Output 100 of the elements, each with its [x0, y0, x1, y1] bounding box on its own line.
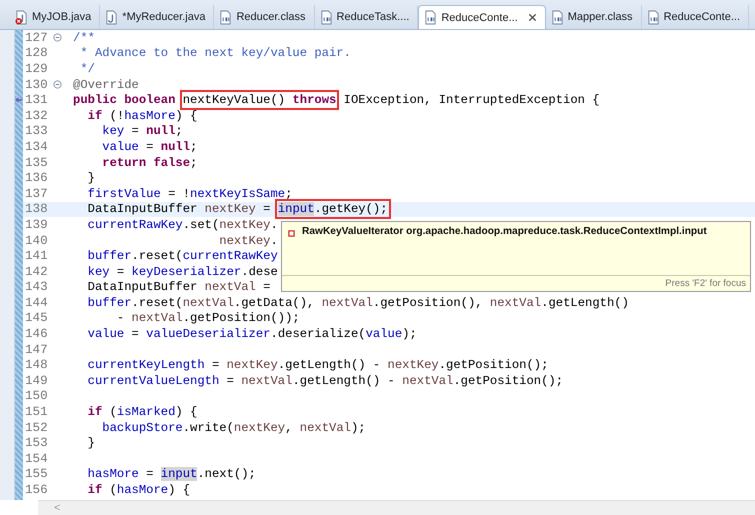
line-number: 155	[24, 467, 49, 482]
field-name: value	[86, 327, 124, 342]
variable-name: nextVal	[182, 296, 234, 310]
code-text: .getData(),	[234, 296, 316, 310]
field-name: value	[101, 140, 139, 154]
focus-hint: Press 'F2' for focus	[665, 278, 746, 289]
collapse-icon[interactable]	[53, 33, 62, 42]
code-text: =	[145, 467, 154, 482]
field-name: keyDeserializer	[132, 264, 242, 279]
code-text: =	[130, 124, 140, 138]
editor-tab[interactable]: Mapper.class	[546, 5, 642, 29]
code-text: (	[108, 483, 117, 498]
field-name: hasMore	[116, 483, 168, 498]
field-name: currentKeyLength	[86, 358, 205, 372]
line-number: 136	[24, 171, 49, 186]
variable-name: nextVal	[490, 296, 542, 310]
code-text: =	[262, 280, 270, 294]
binary-file-icon	[219, 10, 232, 24]
line-number: 147	[24, 342, 49, 357]
code-text: .getKey();	[314, 202, 388, 216]
code-text: =	[116, 264, 126, 279]
code-text: DataInputBuffer	[86, 280, 198, 294]
line-number: 128	[24, 46, 49, 60]
code-text: =	[210, 358, 220, 372]
code-text: .deserialize(	[270, 327, 366, 342]
line-number: 134	[24, 140, 49, 154]
line-number: 150	[24, 389, 49, 404]
line-number: 153	[24, 436, 49, 450]
field-name: buffer	[86, 249, 132, 264]
code-text: }	[86, 171, 95, 186]
code-text: .write(	[182, 420, 234, 435]
annotation: @Override	[73, 78, 139, 92]
hover-item[interactable]: RawKeyValueIterator org.apache.hadoop.mapreduce.task.ReduceContextImpl.input	[302, 226, 707, 237]
code-text: ;	[175, 124, 183, 138]
variable-name: nextKey	[226, 358, 278, 372]
line-number: 143	[24, 280, 49, 294]
variable-name: nextVal	[132, 311, 183, 326]
editor-tab[interactable]: MyJOB.java	[10, 5, 100, 29]
code-text: .reset(	[132, 249, 183, 264]
line-number: 132	[24, 108, 49, 123]
variable-name: nextVal	[402, 374, 454, 388]
code-text: );	[402, 327, 417, 342]
code-text: .	[270, 218, 278, 232]
line-number: 142	[24, 264, 49, 279]
field-name: input	[160, 467, 198, 482]
field-name: buffer	[86, 296, 132, 310]
field-name: isMarked	[116, 405, 176, 420]
line-number: 138	[24, 202, 49, 216]
binary-file-icon	[424, 10, 438, 25]
binary-file-icon	[550, 10, 564, 24]
line-number: 130	[24, 78, 49, 92]
code-text: IOException, InterruptedException {	[342, 93, 600, 108]
line-number: 137	[24, 186, 49, 201]
keyword: boolean	[123, 93, 176, 108]
line-number: 141	[24, 249, 49, 264]
code-text: .next();	[197, 467, 256, 482]
line-number: 127	[24, 30, 49, 45]
code-text: nextKeyValue()	[182, 93, 286, 108]
variable-name: nextVal	[241, 374, 292, 388]
code-text: ;	[190, 156, 198, 170]
code-text: =	[145, 140, 154, 154]
keyword: return	[101, 156, 146, 170]
field-name: currentValueLength	[86, 374, 220, 388]
editor-tab[interactable]: *MyReducer.java	[100, 5, 214, 29]
collapse-icon[interactable]	[53, 80, 62, 90]
code-text: .getLength() -	[292, 374, 396, 388]
comment: */	[79, 62, 95, 76]
field-name: nextKeyIsSame	[190, 186, 286, 201]
line-number: 135	[24, 156, 49, 170]
comment: /**	[73, 30, 95, 45]
field-name: value	[366, 327, 402, 342]
keyword: throws	[292, 93, 336, 108]
variable-name: nextKey	[218, 234, 270, 248]
editor-tab[interactable]: ReduceConte...	[642, 5, 749, 29]
java-file-icon	[105, 10, 118, 24]
binary-file-icon	[320, 10, 333, 24]
field-name: key	[101, 124, 124, 138]
close-icon[interactable]	[528, 13, 537, 22]
code-text: =	[130, 327, 140, 342]
line-number: 154	[24, 452, 49, 466]
line-number: 151	[24, 405, 49, 420]
field-name: currentRawKey	[182, 249, 278, 264]
code-text: ) {	[175, 405, 198, 420]
code-text: .getPosition();	[438, 358, 548, 372]
editor-tab[interactable]: Reducer.class	[214, 5, 315, 29]
field-name: hasMore	[124, 108, 176, 123]
field-name: firstValue	[86, 186, 161, 201]
code-text: ,	[285, 420, 294, 435]
code-text: = !	[167, 186, 190, 201]
variable-name: nextKey	[204, 202, 256, 216]
code-text: .set(	[182, 218, 220, 232]
line-number: 146	[24, 327, 49, 342]
line-number: 156	[24, 483, 49, 498]
code-text: .getPosition(),	[372, 296, 484, 310]
field-name: input	[278, 202, 314, 216]
variable-name: nextKey	[388, 358, 439, 372]
line-number: 129	[24, 62, 49, 76]
code-text: =	[226, 374, 235, 388]
keyword: null	[160, 140, 190, 154]
editor-tab[interactable]: ReduceConte...	[418, 5, 546, 29]
